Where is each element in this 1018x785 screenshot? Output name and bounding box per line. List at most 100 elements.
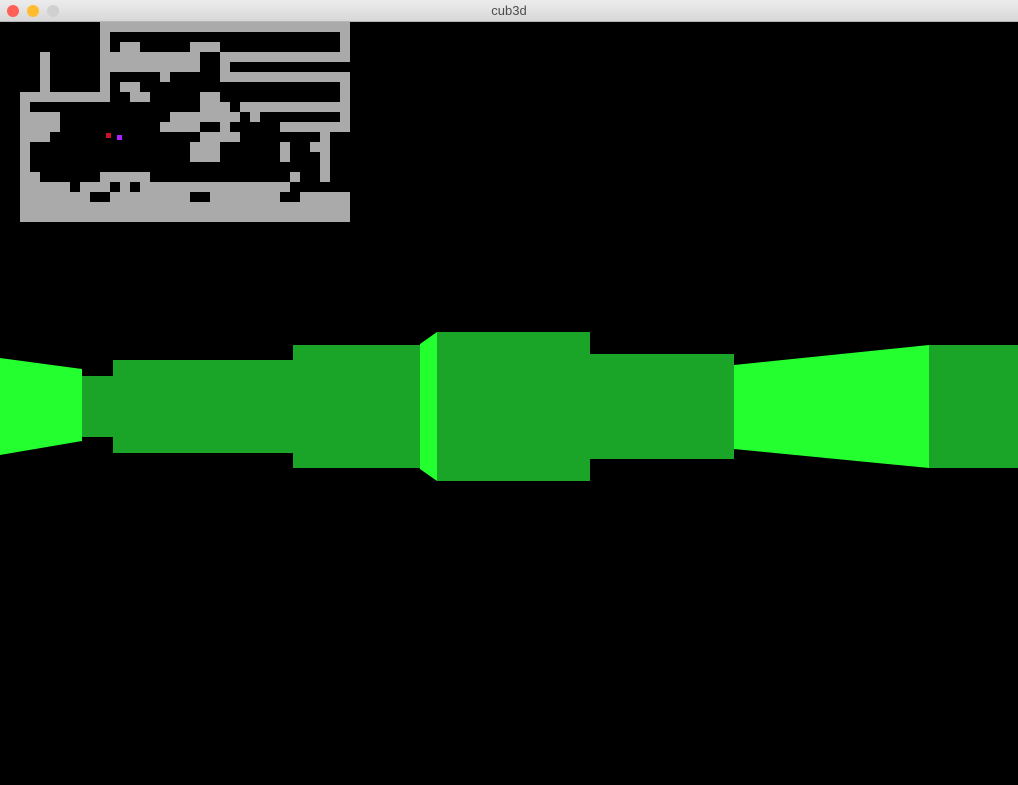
minimap-wall-cell [240, 182, 250, 192]
minimap-wall-cell [120, 62, 130, 72]
minimap-wall-cell [120, 42, 130, 52]
minimap-wall-cell [260, 192, 270, 202]
minimap-wall-cell [80, 182, 90, 192]
minimap-wall-cell [280, 102, 290, 112]
minimap-wall-cell [330, 212, 340, 222]
minimap-wall-cell [250, 72, 260, 82]
minimap-wall-cell [200, 202, 210, 212]
minimap-wall-cell [340, 212, 350, 222]
minimap-wall-cell [40, 72, 50, 82]
minimap-wall-cell [200, 182, 210, 192]
minimap-wall-cell [300, 202, 310, 212]
minimap-wall-cell [310, 52, 320, 62]
minimap-wall-cell [230, 132, 240, 142]
minimap-wall-cell [300, 122, 310, 132]
minimap-wall-cell [320, 22, 330, 32]
minimap-wall-cell [100, 72, 110, 82]
minimap-wall-cell [50, 192, 60, 202]
minimap-wall-cell [30, 202, 40, 212]
minimap-wall-cell [220, 182, 230, 192]
minimap-wall-cell [300, 102, 310, 112]
minimap-wall-cell [320, 102, 330, 112]
minimap-wall-cell [120, 82, 130, 92]
minimap-wall-cell [100, 62, 110, 72]
minimap-wall-cell [160, 62, 170, 72]
minimap-wall-cell [20, 102, 30, 112]
minimap-wall-cell [290, 72, 300, 82]
minimap-wall-cell [90, 212, 100, 222]
minimap-wall-cell [190, 122, 200, 132]
minimap-wall-cell [160, 182, 170, 192]
wall-slice [929, 345, 1018, 468]
minimap-wall-cell [80, 92, 90, 102]
minimap-wall-cell [210, 202, 220, 212]
minimap-wall-cell [130, 202, 140, 212]
minimap-wall-cell [260, 52, 270, 62]
minimap-wall-cell [260, 182, 270, 192]
minimap-wall-cell [130, 52, 140, 62]
minimap-wall-cell [50, 212, 60, 222]
minimap-wall-cell [220, 22, 230, 32]
minimap-wall-cell [150, 202, 160, 212]
minimap-wall-cell [330, 72, 340, 82]
wall-slice [82, 376, 113, 437]
minimap-wall-cell [290, 22, 300, 32]
minimap-wall-cell [310, 202, 320, 212]
minimap-wall-cell [110, 62, 120, 72]
window-titlebar[interactable]: cub3d [0, 0, 1018, 22]
minimap-wall-cell [320, 152, 330, 162]
minimap-wall-cell [30, 192, 40, 202]
minimap-wall-cell [150, 192, 160, 202]
minimap-wall-cell [20, 202, 30, 212]
wall-slice [437, 332, 590, 481]
minimap-wall-cell [160, 122, 170, 132]
minimap-wall-cell [250, 52, 260, 62]
minimap-wall-cell [340, 92, 350, 102]
minimap-wall-cell [160, 52, 170, 62]
minimap-wall-cell [100, 82, 110, 92]
minimap-wall-cell [180, 62, 190, 72]
minimap-wall-cell [30, 92, 40, 102]
minimap-wall-cell [20, 152, 30, 162]
minimap-wall-cell [340, 82, 350, 92]
minimap-wall-cell [260, 212, 270, 222]
minimap-wall-cell [210, 152, 220, 162]
minimap-wall-cell [90, 202, 100, 212]
minimap-wall-cell [170, 112, 180, 122]
minimap-wall-cell [340, 22, 350, 32]
minimap-wall-cell [70, 212, 80, 222]
minimap-wall-cell [170, 62, 180, 72]
minimap-wall-cell [190, 202, 200, 212]
minimap-wall-cell [20, 132, 30, 142]
minimap-wall-cell [110, 52, 120, 62]
minimap-wall-cell [20, 192, 30, 202]
minimap-wall-cell [220, 202, 230, 212]
minimap-wall-cell [320, 132, 330, 142]
minimap-wall-cell [280, 142, 290, 152]
minimap-wall-cell [290, 202, 300, 212]
minimap-wall-cell [50, 92, 60, 102]
minimap-wall-cell [230, 112, 240, 122]
minimap-wall-cell [100, 212, 110, 222]
minimap-wall-cell [340, 112, 350, 122]
minimap-wall-cell [110, 192, 120, 202]
minimap-wall-cell [340, 192, 350, 202]
minimap-wall-cell [250, 192, 260, 202]
minimap-wall-cell [180, 52, 190, 62]
minimap-wall-cell [320, 212, 330, 222]
minimap-wall-cell [100, 42, 110, 52]
minimap-wall-cell [100, 22, 110, 32]
minimap-wall-cell [50, 122, 60, 132]
minimap-wall-cell [120, 172, 130, 182]
minimap-wall-cell [280, 22, 290, 32]
minimap-wall-cell [280, 202, 290, 212]
minimap-wall-cell [320, 122, 330, 132]
minimap-wall-cell [100, 32, 110, 42]
minimap-wall-cell [310, 142, 320, 152]
minimap-wall-cell [170, 182, 180, 192]
minimap-wall-cell [130, 22, 140, 32]
minimap-wall-cell [40, 192, 50, 202]
minimap-wall-cell [140, 212, 150, 222]
minimap-wall-cell [200, 212, 210, 222]
minimap-wall-cell [40, 112, 50, 122]
